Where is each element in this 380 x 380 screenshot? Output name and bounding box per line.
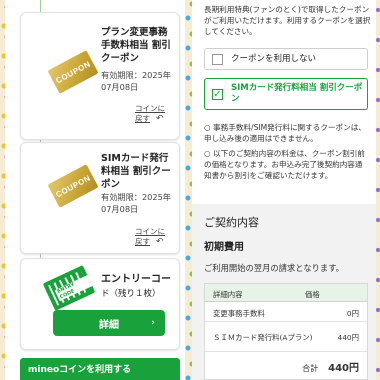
sim-card-icon: ENTRY CODE (42, 265, 96, 311)
coupon-expiry: 有効期限：2025年 07月08日 (101, 70, 171, 92)
coupon-note-2: ○ 以下のご契約内容の料金は、クーポン割引前の価格となります。お申込み完了後契約… (204, 149, 365, 180)
return-to-coin-link[interactable]: コインに 戻す ↶ (135, 104, 165, 124)
coupon-note-1: ○ 事務手数料/SIM発行料に関するクーポンは、申し込み後の適用はできません。 (204, 123, 366, 143)
detail-button[interactable]: 詳細 › (53, 310, 165, 336)
section-subtitle: 初期費用 (204, 242, 244, 253)
return-to-coin-link[interactable]: コインに 戻す ↶ (135, 227, 165, 247)
coupon-ticket-icon: COUPON (47, 164, 99, 208)
fee-table-header: 詳細内容 価格 (205, 284, 367, 302)
coupon-ticket-icon: COUPON (47, 50, 99, 94)
contract-panel: 長期利用特典(ファンのとく)で取得したクーポンがご利用いただけます。利用するクー… (192, 0, 376, 380)
coupon-card-plan-change[interactable]: COUPON プラン変更事務 手数料相当 割引 クーポン 有効期限：2025年 … (20, 12, 180, 140)
section-title: ご契約内容 (204, 216, 259, 229)
coupon-expiry: 有効期限：2025年 07月08日 (101, 192, 171, 214)
fee-table: 詳細内容 価格 変更事務手数料 0円 ＳＩＭカード発行料(Aプラン) 440円 … (204, 283, 368, 380)
table-row: ＳＩＭカード発行料(Aプラン) 440円 (205, 322, 367, 352)
entry-code-card: ENTRY CODE エントリーコー ド（残り１枚） (20, 258, 180, 350)
section-description: ご利用開始の翌月の請求となります。 (204, 263, 344, 273)
coupon-title: プラン変更事務 手数料相当 割引 クーポン (101, 27, 171, 64)
coupon-title: SIMカード発行 料相当 割引クー ポン (101, 153, 171, 190)
checkmark-icon[interactable]: ✓ (212, 89, 223, 100)
total-row: 合計 440円 (302, 363, 359, 374)
coupon-list-panel: COUPON プラン変更事務 手数料相当 割引 クーポン 有効期限：2025年 … (5, 0, 185, 380)
option-sim-coupon[interactable]: ✓ SIMカード発行料相当 割引クーポン (204, 78, 368, 110)
option-no-coupon[interactable]: クーポンを利用しない (204, 48, 368, 70)
coupon-intro-text: 長期利用特典(ファンのとく)で取得したクーポンがご利用いただけます。利用するクー… (204, 5, 371, 36)
undo-icon: ↶ (156, 114, 164, 124)
undo-icon: ↶ (156, 237, 164, 247)
coupon-card-sim-issue[interactable]: COUPON SIMカード発行 料相当 割引クー ポン 有効期限：2025年 0… (20, 142, 180, 254)
entry-code-title: エントリーコー ド（残り１枚） (101, 274, 171, 299)
use-mineo-coin-button[interactable]: mineoコインを利用する (20, 358, 180, 380)
radio-box[interactable] (212, 54, 223, 65)
table-row: 変更事務手数料 0円 (205, 302, 367, 322)
chevron-right-icon: › (151, 318, 155, 328)
total-value: 440円 (328, 363, 359, 374)
